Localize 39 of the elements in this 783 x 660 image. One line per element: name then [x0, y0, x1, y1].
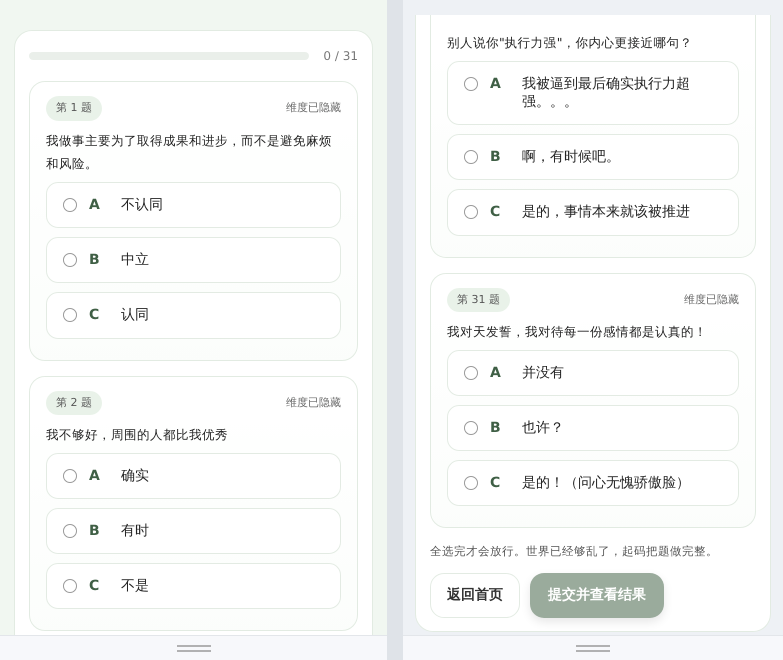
answer-option[interactable]: B 有时: [46, 508, 341, 554]
radio-button[interactable]: [464, 476, 478, 490]
radio-button[interactable]: [63, 198, 77, 212]
question-text: 我不够好，周围的人都比我优秀: [46, 426, 229, 444]
radio-button[interactable]: [464, 366, 478, 380]
radio-button[interactable]: [464, 76, 478, 91]
answer-option[interactable]: B 也许？: [447, 404, 739, 452]
answer-option[interactable]: B 啊，有时候吧。: [447, 134, 739, 180]
radio-button[interactable]: [63, 579, 77, 594]
answer-option[interactable]: A 不认同: [46, 182, 341, 228]
question-text: 我做事主要为了取得成果和进步，而不是避免麻烦和风险。: [46, 132, 333, 174]
question-number-badge: 第 1 题: [46, 96, 102, 120]
question-text: 我对天发誓，我对待每一份感情都是认真的！: [447, 323, 708, 341]
drag-handle-icon[interactable]: [176, 644, 210, 652]
radio-button[interactable]: [464, 420, 478, 435]
answer-option[interactable]: C 是的，事情本来就该被推进: [447, 189, 739, 236]
question-text: 别人说你"执行力强"，你内心更接近哪句？: [447, 34, 694, 52]
radio-button[interactable]: [63, 308, 77, 322]
radio-button[interactable]: [464, 150, 478, 164]
progress-count: 0 / 31: [323, 48, 358, 65]
dimension-hidden-label: 维度已隐藏: [286, 394, 341, 411]
answer-option[interactable]: A 确实: [46, 452, 341, 499]
radio-button[interactable]: [63, 524, 77, 538]
answer-option[interactable]: B 中立: [46, 237, 341, 284]
back-home-button[interactable]: 返回首页: [430, 572, 520, 618]
question-number-badge: 第 2 题: [46, 390, 102, 416]
answer-option[interactable]: C 是的！（问心无愧骄傲脸）: [447, 460, 739, 506]
hint-text: 全选完才会放行。世界已经够乱了，起码把题做完整。: [430, 543, 719, 560]
radio-button[interactable]: [63, 468, 77, 483]
dimension-hidden-label: 维度已隐藏: [286, 100, 341, 116]
answer-option[interactable]: C 不是: [46, 563, 341, 610]
answer-option[interactable]: A 我被逼到最后确实执行力超强。。。: [447, 60, 739, 126]
radio-button[interactable]: [464, 205, 478, 220]
answer-option[interactable]: C 认同: [46, 292, 341, 339]
question-number-badge: 第 31 题: [447, 288, 510, 312]
dimension-hidden-label: 维度已隐藏: [684, 292, 739, 308]
drag-handle-icon[interactable]: [576, 644, 610, 652]
answer-option[interactable]: A 并没有: [447, 350, 739, 396]
radio-button[interactable]: [63, 253, 77, 268]
